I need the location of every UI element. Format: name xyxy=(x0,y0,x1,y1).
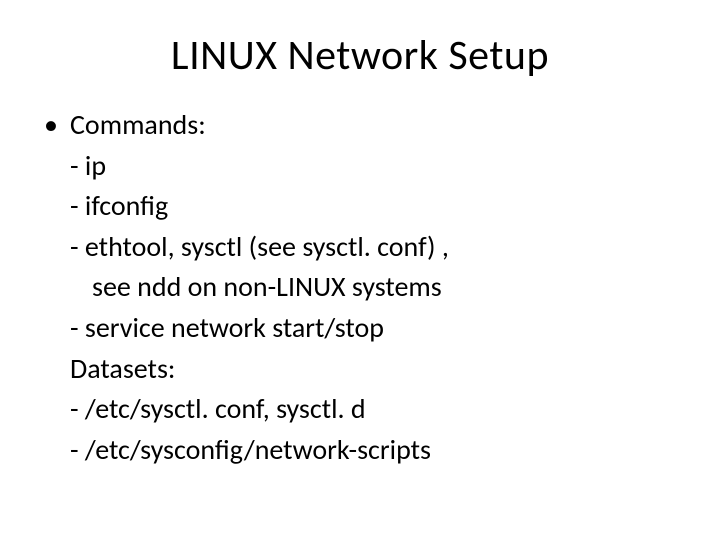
bullet-item: • Commands: xyxy=(40,105,680,146)
body-line: see ndd on non-LINUX systems xyxy=(40,267,680,308)
bullet-marker: • xyxy=(40,105,70,146)
body-line: - ifconfig xyxy=(40,186,680,227)
body-line: - service network start/stop xyxy=(40,308,680,349)
body-line: Datasets: xyxy=(40,349,680,390)
body-line: - /etc/sysctl. conf, sysctl. d xyxy=(40,389,680,430)
slide-body: • Commands: - ip - ifconfig - ethtool, s… xyxy=(40,105,680,470)
body-line: - ethtool, sysctl (see sysctl. conf) , xyxy=(40,227,680,268)
body-line: - /etc/sysconfig/network-scripts xyxy=(40,430,680,471)
body-line: - ip xyxy=(40,146,680,187)
bullet-label: Commands: xyxy=(70,105,680,146)
slide-title: LINUX Network Setup xyxy=(40,30,680,81)
